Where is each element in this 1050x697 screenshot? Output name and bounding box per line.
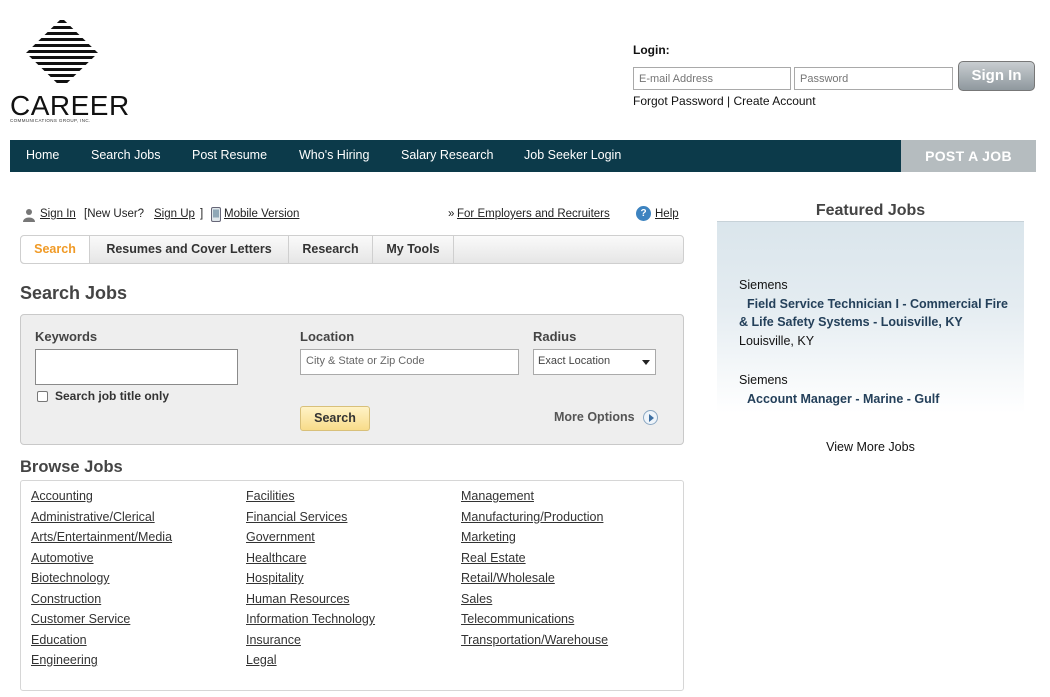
browse-jobs-heading: Browse Jobs xyxy=(20,458,123,476)
category-link[interactable]: Sales xyxy=(461,592,608,613)
featured-job-company: Siemens xyxy=(739,278,788,292)
category-link[interactable]: Engineering xyxy=(31,653,172,674)
category-link[interactable]: Automotive xyxy=(31,551,172,572)
category-link[interactable]: Arts/Entertainment/Media xyxy=(31,530,172,551)
login-title: Login: xyxy=(633,43,670,57)
category-link[interactable]: Customer Service xyxy=(31,612,172,633)
employers-prefix: » xyxy=(448,208,455,220)
category-link[interactable]: Retail/Wholesale xyxy=(461,571,608,592)
category-link[interactable]: Human Resources xyxy=(246,592,375,613)
browse-panel: Accounting Administrative/Clerical Arts/… xyxy=(20,480,684,691)
featured-jobs-panel: Featured Jobs Siemens Field Service Tech… xyxy=(717,197,1024,413)
featured-jobs-heading: Featured Jobs xyxy=(717,197,1024,222)
tab-research[interactable]: Research xyxy=(289,236,373,263)
category-link[interactable]: Telecommunications xyxy=(461,612,608,633)
title-only-checkbox[interactable] xyxy=(37,391,48,402)
login-links-separator: | xyxy=(727,94,731,108)
forgot-password-link[interactable]: Forgot Password xyxy=(633,94,724,108)
category-link[interactable]: Hospitality xyxy=(246,571,375,592)
category-link[interactable]: Construction xyxy=(31,592,172,613)
category-link[interactable]: Administrative/Clerical xyxy=(31,510,172,531)
category-link[interactable]: Financial Services xyxy=(246,510,375,531)
location-label: Location xyxy=(300,329,355,344)
nav-job-seeker-login[interactable]: Job Seeker Login xyxy=(524,140,621,172)
category-link[interactable]: Facilities xyxy=(246,489,375,510)
help-link[interactable]: Help xyxy=(655,208,679,220)
search-panel: Keywords Location Radius City & State or… xyxy=(20,314,684,445)
category-link[interactable]: Manufacturing/Production xyxy=(461,510,608,531)
browse-column-3: Management Manufacturing/Production Mark… xyxy=(461,489,608,653)
diamond-logo-icon xyxy=(26,20,98,83)
featured-job-title-link[interactable]: Field Service Technician I - Commercial … xyxy=(739,295,1008,314)
featured-job-title-link[interactable]: Account Manager - Marine - Gulf xyxy=(739,390,939,409)
login-box: Login: Sign In Forgot Password | Create … xyxy=(633,43,1038,113)
nav-home[interactable]: Home xyxy=(26,140,59,172)
category-link[interactable]: Transportation/Warehouse xyxy=(461,633,608,654)
keywords-input[interactable] xyxy=(35,349,238,385)
radius-selected-value: Exact Location xyxy=(538,355,611,367)
login-links: Forgot Password | Create Account xyxy=(633,94,816,108)
category-link[interactable]: Marketing xyxy=(461,530,608,551)
keywords-label: Keywords xyxy=(35,329,98,344)
tab-my-tools[interactable]: My Tools xyxy=(373,236,454,263)
person-icon xyxy=(23,209,35,222)
mobile-version-link[interactable]: Mobile Version xyxy=(224,208,299,220)
category-link[interactable]: Information Technology xyxy=(246,612,375,633)
arrow-right-circle-icon[interactable] xyxy=(643,410,658,425)
featured-job-1: Siemens Field Service Technician I - Com… xyxy=(739,276,1008,350)
radius-select[interactable]: Exact Location xyxy=(533,349,656,375)
nav-post-resume[interactable]: Post Resume xyxy=(192,140,267,172)
new-user-text: [New User? xyxy=(84,208,145,220)
sign-up-link[interactable]: Sign Up xyxy=(154,208,195,220)
sign-in-button[interactable]: Sign In xyxy=(958,61,1035,91)
title-only-label: Search job title only xyxy=(55,389,170,403)
category-link[interactable]: Healthcare xyxy=(246,551,375,572)
nav-search-jobs[interactable]: Search Jobs xyxy=(91,140,160,172)
category-link[interactable]: Management xyxy=(461,489,608,510)
nav-whos-hiring[interactable]: Who's Hiring xyxy=(299,140,369,172)
email-field[interactable] xyxy=(633,67,791,90)
mobile-phone-icon xyxy=(211,207,221,222)
tab-bar: Search Resumes and Cover Letters Researc… xyxy=(20,235,684,264)
nav-salary-research[interactable]: Salary Research xyxy=(401,140,493,172)
sign-in-link[interactable]: Sign In xyxy=(40,208,76,220)
tab-resumes[interactable]: Resumes and Cover Letters xyxy=(90,236,289,263)
more-options-link[interactable]: More Options xyxy=(554,410,635,424)
utility-bar: Sign In [New User? Sign Up ] Mobile Vers… xyxy=(20,206,685,225)
featured-job-location: Louisville, KY xyxy=(739,333,815,348)
category-link[interactable]: Real Estate xyxy=(461,551,608,572)
search-button[interactable]: Search xyxy=(300,406,370,431)
category-link[interactable]: Accounting xyxy=(31,489,172,510)
view-more-jobs-link[interactable]: View More Jobs xyxy=(717,440,1024,454)
category-link[interactable]: Biotechnology xyxy=(31,571,172,592)
category-link[interactable]: Government xyxy=(246,530,375,551)
employers-link[interactable]: For Employers and Recruiters xyxy=(457,208,610,220)
browse-column-1: Accounting Administrative/Clerical Arts/… xyxy=(31,489,172,674)
radius-label: Radius xyxy=(533,329,577,344)
password-field[interactable] xyxy=(794,67,953,90)
main-nav: Home Search Jobs Post Resume Who's Hirin… xyxy=(10,140,1036,172)
new-user-close: ] xyxy=(200,208,204,220)
dropdown-arrow-icon xyxy=(642,360,650,365)
help-icon[interactable]: ? xyxy=(636,206,651,221)
tab-search[interactable]: Search xyxy=(21,236,90,263)
search-jobs-heading: Search Jobs xyxy=(20,283,128,303)
browse-column-2: Facilities Financial Services Government… xyxy=(246,489,375,674)
featured-job-company: Siemens xyxy=(739,373,788,387)
category-link[interactable]: Education xyxy=(31,633,172,654)
post-a-job-button[interactable]: POST A JOB xyxy=(901,140,1036,172)
featured-job-title-link-cont[interactable]: & Life Safety Systems - Louisville, KY xyxy=(739,313,1008,332)
location-input[interactable]: City & State or Zip Code xyxy=(300,349,519,375)
logo-subtitle: COMMUNICATIONS GROUP, INC. xyxy=(10,118,91,123)
site-logo[interactable]: CAREER COMMUNICATIONS GROUP, INC. xyxy=(10,18,129,124)
category-link[interactable]: Insurance xyxy=(246,633,375,654)
create-account-link[interactable]: Create Account xyxy=(734,94,816,108)
category-link[interactable]: Legal xyxy=(246,653,375,674)
featured-job-2: Siemens Account Manager - Marine - Gulf xyxy=(739,371,939,408)
